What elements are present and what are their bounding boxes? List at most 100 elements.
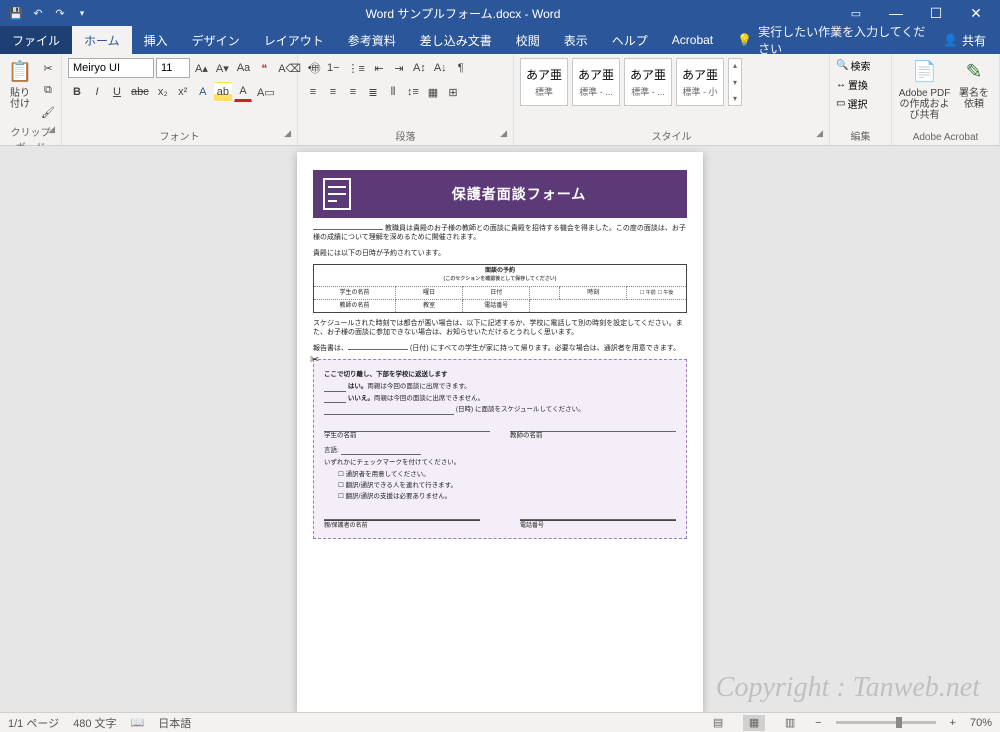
bold-button[interactable]: B [68, 82, 86, 102]
tab-help[interactable]: ヘルプ [600, 26, 660, 54]
font-color-icon[interactable]: A [234, 82, 252, 102]
dialog-launcher-icon[interactable]: ◢ [48, 124, 55, 135]
select-icon: ▭ [836, 98, 845, 109]
tell-me[interactable]: 💡 実行したい作業を入力してください [725, 26, 929, 54]
font-size-select[interactable]: 11 [156, 58, 190, 78]
align-left-icon[interactable]: ≡ [304, 82, 322, 102]
text-direction-icon[interactable]: A↕ [410, 58, 429, 78]
font-size-value: 11 [161, 62, 172, 74]
show-marks-icon[interactable]: ¶ [452, 58, 470, 78]
grow-font-icon[interactable]: A▴ [192, 58, 211, 78]
tab-file[interactable]: ファイル [0, 26, 72, 54]
superscript-button[interactable]: x² [174, 82, 192, 102]
status-language[interactable]: 日本語 [158, 715, 191, 731]
font-name-select[interactable]: Meiryo UI [68, 58, 154, 78]
replace-button[interactable]: ↔置換 [836, 77, 868, 92]
style-variant-2[interactable]: あア亜標準 - ... [624, 58, 672, 106]
save-icon[interactable]: 💾 [8, 5, 24, 21]
zoom-out-button[interactable]: − [815, 717, 821, 729]
status-page[interactable]: 1/1 ページ [8, 715, 59, 731]
search-icon: 🔍 [836, 60, 848, 71]
spellcheck-icon[interactable]: 📖 [131, 716, 145, 729]
tear-chk-2: 翻訳/通訳できる人を連れて行きます。 [338, 482, 676, 491]
tab-mailings[interactable]: 差し込み文書 [408, 26, 504, 54]
tab-references[interactable]: 参考資料 [336, 26, 408, 54]
tab-insert[interactable]: 挿入 [132, 26, 180, 54]
style-sample: あア亜 [526, 66, 562, 83]
tab-home[interactable]: ホーム [72, 26, 132, 54]
tab-design[interactable]: デザイン [180, 26, 252, 54]
change-case-icon[interactable]: Aa [234, 58, 253, 78]
style-sample: あア亜 [630, 66, 666, 83]
group-paragraph-label: 段落 [396, 132, 416, 143]
select-button[interactable]: ▭選択 [836, 96, 867, 111]
copy-icon[interactable]: ⧉ [38, 80, 58, 100]
lightbulb-icon: 💡 [737, 33, 752, 47]
align-center-icon[interactable]: ≡ [324, 82, 342, 102]
style-variant-3[interactable]: あア亜標準 - 小 [676, 58, 724, 106]
col-am: 午前 [646, 290, 656, 296]
schedule-intro: 貴殿には以下の日時が予約されています。 [313, 249, 687, 258]
document-page[interactable]: 保護者面談フォーム 教職員は貴殿のお子様の教師との面談に貴殿を招待する機会を得ま… [297, 152, 703, 712]
qat-more-icon[interactable]: ▾ [74, 5, 90, 21]
redo-icon[interactable]: ↷ [52, 5, 68, 21]
view-read-icon[interactable]: ▤ [707, 715, 729, 731]
decrease-indent-icon[interactable]: ⇤ [370, 58, 388, 78]
dialog-launcher-icon[interactable]: ◢ [816, 128, 823, 139]
view-web-icon[interactable]: ▥ [779, 715, 801, 731]
format-painter-icon[interactable]: 🖌 [38, 102, 58, 122]
zoom-slider[interactable] [836, 721, 936, 724]
view-print-icon[interactable]: ▦ [743, 715, 765, 731]
cut-icon[interactable]: ✂ [38, 58, 58, 78]
col-teacher: 教師の名前 [314, 299, 396, 312]
sort-icon[interactable]: A↓ [431, 58, 450, 78]
styles-more-button[interactable]: ▴▾▾ [728, 58, 742, 106]
align-right-icon[interactable]: ≡ [344, 82, 362, 102]
group-font: Meiryo UI 11 A▴ A▾ Aa ❝ A⌫ ㊞ B I U abc x… [62, 54, 298, 145]
tab-view[interactable]: 表示 [552, 26, 600, 54]
strike-button[interactable]: abc [128, 82, 152, 102]
find-button[interactable]: 🔍検索 [836, 58, 870, 73]
phonetic-guide-icon[interactable]: ❝ [255, 58, 273, 78]
window-title: Word サンプルフォーム.docx - Word [90, 5, 836, 22]
style-name: 標準 [535, 85, 553, 98]
char-shading-icon[interactable]: A▭ [254, 82, 278, 102]
paste-button[interactable]: 📋 貼り付け [6, 58, 34, 110]
distribute-icon[interactable]: ⫴ [384, 82, 402, 102]
style-variant-1[interactable]: あア亜標準 - ... [572, 58, 620, 106]
zoom-in-button[interactable]: + [950, 717, 956, 729]
justify-icon[interactable]: ≣ [364, 82, 382, 102]
adobe-sign-button[interactable]: ✎ 署名を依頼 [955, 58, 993, 110]
style-normal[interactable]: あア亜標準 [520, 58, 568, 106]
highlight-icon[interactable]: ab [214, 82, 232, 102]
document-area[interactable]: 保護者面談フォーム 教職員は貴殿のお子様の教師との面談に貴殿を招待する機会を得ま… [0, 146, 1000, 712]
undo-icon[interactable]: ↶ [30, 5, 46, 21]
col-student: 学生の名前 [314, 286, 396, 299]
dialog-launcher-icon[interactable]: ◢ [500, 128, 507, 139]
find-label: 検索 [850, 58, 870, 73]
line-spacing-icon[interactable]: ↕≡ [404, 82, 422, 102]
tab-acrobat[interactable]: Acrobat [660, 26, 725, 54]
adobe-create-pdf-button[interactable]: 📄 Adobe PDF の作成および共有 [898, 58, 951, 121]
increase-indent-icon[interactable]: ⇥ [390, 58, 408, 78]
status-words[interactable]: 480 文字 [73, 715, 116, 731]
shading-icon[interactable]: ▦ [424, 82, 442, 102]
tear-phone-label: 電話番号 [520, 520, 676, 530]
subscript-button[interactable]: x₂ [154, 82, 172, 102]
share-button[interactable]: 👤 共有 [929, 26, 1000, 54]
tear-reason-label: 言語: [324, 447, 339, 454]
multilevel-icon[interactable]: ⋮≡ [345, 58, 368, 78]
tab-review[interactable]: 校閲 [504, 26, 552, 54]
numbering-icon[interactable]: 1− [324, 58, 343, 78]
bullets-icon[interactable]: •− [304, 58, 322, 78]
text-effects-icon[interactable]: A [194, 82, 212, 102]
group-editing: 🔍検索 ↔置換 ▭選択 編集 [830, 54, 892, 145]
borders-icon[interactable]: ⊞ [444, 82, 462, 102]
tab-layout[interactable]: レイアウト [252, 26, 336, 54]
dialog-launcher-icon[interactable]: ◢ [284, 128, 291, 139]
underline-button[interactable]: U [108, 82, 126, 102]
close-button[interactable]: ✕ [956, 0, 996, 26]
shrink-font-icon[interactable]: A▾ [213, 58, 232, 78]
zoom-level[interactable]: 70% [970, 717, 992, 729]
italic-button[interactable]: I [88, 82, 106, 102]
